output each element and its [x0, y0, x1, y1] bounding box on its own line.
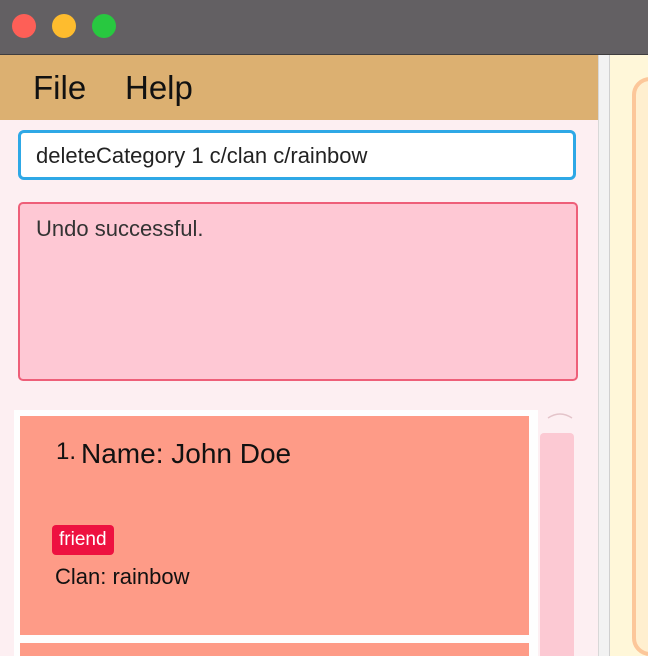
maximize-window-button[interactable] [92, 14, 116, 38]
menu-help[interactable]: Help [125, 69, 193, 107]
split-pane-divider[interactable] [598, 55, 610, 656]
person-tag: friend [52, 525, 114, 555]
menu-bar: File Help [0, 55, 598, 120]
person-card-partial[interactable] [20, 643, 529, 656]
result-display: Undo successful. [18, 202, 578, 381]
left-pane: File Help deleteCategory 1 c/clan c/rain… [0, 55, 598, 656]
menu-file[interactable]: File [33, 69, 86, 107]
list-scrollbar[interactable] [540, 433, 574, 656]
minimize-window-button[interactable] [52, 14, 76, 38]
person-list-panel: 1. Name: John Doe friend Clan: rainbow [14, 410, 538, 656]
window-titlebar [0, 0, 648, 55]
person-index: 1. [56, 438, 77, 465]
person-clan: Clan: rainbow [55, 564, 190, 589]
scroll-up-arrow-icon[interactable] [547, 410, 573, 420]
command-input[interactable]: deleteCategory 1 c/clan c/rainbow [18, 130, 576, 180]
person-name: Name: John Doe [81, 438, 292, 469]
close-window-button[interactable] [12, 14, 36, 38]
right-pane [610, 55, 648, 656]
person-card[interactable]: 1. Name: John Doe friend Clan: rainbow [20, 416, 529, 635]
right-panel-card [632, 77, 648, 656]
